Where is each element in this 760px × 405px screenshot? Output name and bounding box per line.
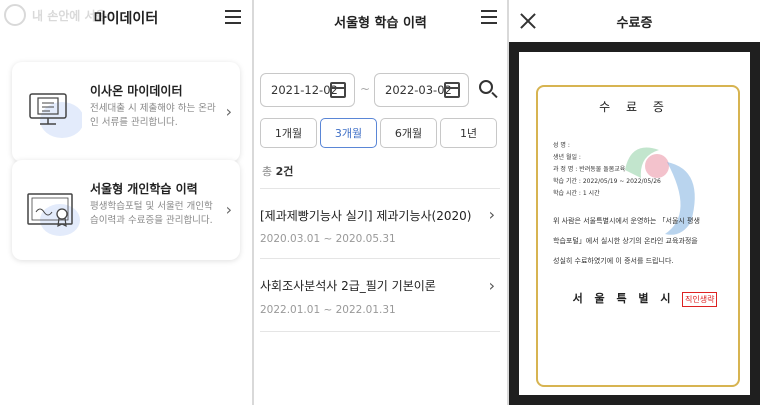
course-period: 2022.01.01 ~ 2022.01.31 (260, 304, 396, 316)
total-count: 2건 (275, 165, 294, 178)
card-learning-history[interactable]: 서울형 개인학습 이력 평생학습포털 및 서울런 개인학습이력과 수료증을 관리… (12, 160, 240, 260)
cert-body-line: 성실히 수료하였기에 이 증서를 드립니다. (553, 257, 674, 265)
computer-icon (29, 93, 82, 138)
cert-name-field: 성 명 : (553, 142, 570, 149)
certificate-icon (27, 193, 80, 236)
cert-hours-field: 학습 시간 : 1 시간 (553, 190, 600, 197)
cert-birthdate-field: 생년 월일 : (553, 154, 581, 161)
course-title: [제과제빵기능사 실기] 제과기능사(2020) (260, 209, 472, 223)
end-date-value: 2022-03-02 (385, 83, 452, 97)
start-date-value: 2021-12-02 (271, 83, 338, 97)
cert-period-field: 학습 기간 : 2022/05/19 ~ 2022/05/26 (553, 178, 661, 185)
date-separator: ~ (360, 82, 371, 96)
chevron-right-icon: › (488, 205, 495, 224)
page-title: 서울형 학습 이력 (334, 16, 427, 31)
period-6-month-button[interactable]: 6개월 (380, 118, 437, 148)
cert-body-line: 학습포털」에서 실시한 상기의 온라인 교육과정을 (553, 237, 698, 245)
divider (260, 188, 500, 189)
chevron-right-icon: › (225, 200, 232, 219)
chevron-right-icon: › (488, 276, 495, 295)
calendar-icon[interactable] (330, 82, 346, 98)
divider (260, 331, 500, 332)
end-date-field[interactable]: 2022-03-02 (374, 73, 469, 107)
learning-history-screen: 서울형 학습 이력 2021-12-02 ~ 2022-03-02 1개월 3개… (254, 0, 507, 405)
menu-icon[interactable] (225, 10, 241, 24)
period-1-month-button[interactable]: 1개월 (260, 118, 317, 148)
card-title: 이사온 마이데이터 (90, 84, 183, 98)
page-title: 마이데이터 (93, 11, 159, 27)
certificate-signature: 서 울 특 별 시 장 (572, 292, 697, 305)
search-icon[interactable] (479, 80, 493, 94)
period-1-year-button[interactable]: 1년 (440, 118, 497, 148)
card-description: 평생학습포털 및 서울런 개인학습이력과 수료증을 관리합니다. (90, 201, 213, 226)
certificate-title: 수 료 증 (599, 100, 670, 114)
card-description: 전세대출 시 제출해야 하는 온라인 서류를 관리합니다. (90, 103, 216, 128)
mydata-screen: 내 손안에 서울 마이데이터 이사온 마이데이터 전세대출 시 제출해야 하는 … (0, 0, 252, 405)
divider (260, 258, 500, 259)
card-moving-mydata[interactable]: 이사온 마이데이터 전세대출 시 제출해야 하는 온라인 서류를 관리합니다. … (12, 62, 240, 162)
seal-stamp: 직인생략 (682, 292, 718, 307)
menu-icon[interactable] (481, 10, 497, 24)
certificate-screen: 수료증 수 료 증 성 명 : 생년 월일 : 과 정 명 : 반려동물 돌봄교… (509, 0, 760, 405)
calendar-icon[interactable] (444, 82, 460, 98)
period-3-month-button[interactable]: 3개월 (320, 118, 377, 148)
cert-body-line: 위 사람은 서울특별시에서 운영하는 「서울시 평생 (553, 217, 700, 225)
page-title: 수료증 (616, 16, 653, 31)
total-label: 총 (262, 165, 273, 178)
start-date-field[interactable]: 2021-12-02 (260, 73, 355, 107)
card-title: 서울형 개인학습 이력 (90, 182, 198, 196)
cert-course-field: 과 정 명 : 반려동물 돌봄교육 (553, 166, 626, 173)
course-title: 사회조사분석사 2급_필기 기본이론 (260, 279, 436, 293)
course-period: 2020.03.01 ~ 2020.05.31 (260, 233, 396, 245)
result-count: 총 2건 (262, 163, 293, 179)
chevron-right-icon: › (225, 102, 232, 121)
